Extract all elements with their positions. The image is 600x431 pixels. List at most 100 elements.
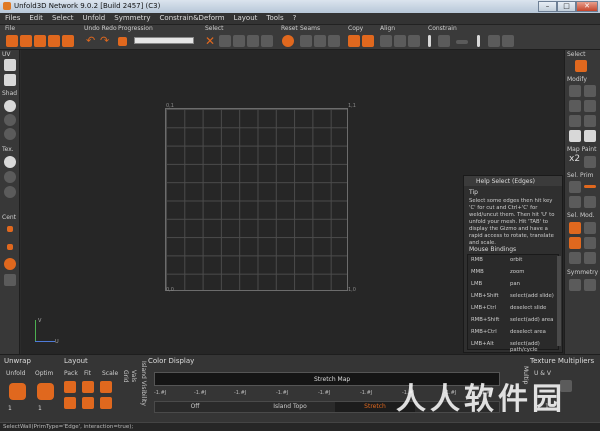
menu-edit[interactable]: Edit (24, 13, 47, 22)
loop-select-icon[interactable] (569, 222, 581, 234)
edge-mode-icon[interactable] (584, 185, 596, 188)
shading-wire-icon[interactable] (4, 128, 16, 140)
frame-icon[interactable] (4, 274, 16, 286)
pack-button[interactable] (64, 381, 76, 393)
status-bar: SelectWall(PrimType='Edge', interaction=… (0, 422, 600, 431)
paint-icon[interactable] (584, 156, 596, 168)
pack-islands-button[interactable] (64, 397, 76, 409)
weld-seam-icon[interactable] (314, 35, 326, 47)
help-panel-header[interactable]: Help Select (Edges) (464, 176, 562, 186)
modify-label: Modify (567, 76, 587, 83)
straighten-icon[interactable] (584, 115, 596, 127)
menu-bar: Files Edit Select Unfold Symmetry Constrain&D… (0, 13, 600, 25)
move-icon[interactable] (569, 85, 581, 97)
copy-icon[interactable] (348, 35, 360, 47)
constrain-lock-icon[interactable] (488, 35, 500, 47)
title-bar: Unfold3D Network 9.0.2 [Build 2457] (C3)… (0, 0, 600, 13)
rotate-icon[interactable] (584, 85, 596, 97)
optim-iterations[interactable]: 1 (38, 405, 42, 412)
scale-icon[interactable] (569, 100, 581, 112)
save-icon[interactable] (34, 35, 46, 47)
menu-layout[interactable]: Layout (229, 13, 262, 22)
scale-label: Scale (102, 370, 119, 377)
help-scrollbar[interactable] (557, 256, 561, 346)
vertex-mode-icon[interactable] (569, 181, 581, 193)
save-as-icon[interactable] (48, 35, 60, 47)
clear-selection-icon[interactable]: ✕ (205, 35, 217, 47)
mode-island-topo[interactable]: Island Topo (245, 402, 335, 412)
redo-icon[interactable]: ↷ (100, 35, 112, 47)
optim-button[interactable] (37, 383, 54, 400)
invert-selection-icon[interactable] (233, 35, 245, 47)
relax-icon[interactable] (569, 115, 581, 127)
v-axis-label: V (38, 318, 42, 324)
region-select-icon[interactable] (569, 237, 581, 249)
magnet-icon[interactable] (569, 130, 581, 142)
grid-corner-top-right: 1,1 (348, 103, 356, 109)
pin-icon[interactable] (428, 35, 431, 47)
path-select-icon[interactable] (584, 237, 596, 249)
uv-view-icon[interactable] (4, 59, 16, 71)
align-left-icon[interactable] (380, 35, 392, 47)
align-center-icon[interactable] (394, 35, 406, 47)
fit-button[interactable] (82, 381, 94, 393)
center-selection-icon[interactable] (7, 226, 13, 232)
texture-checker-icon[interactable] (4, 156, 16, 168)
texture-image-icon[interactable] (4, 186, 16, 198)
menu-select[interactable]: Select (47, 13, 78, 22)
minimize-button[interactable]: – (538, 1, 557, 12)
unfold-iterations[interactable]: 1 (8, 405, 12, 412)
flip-icon[interactable] (584, 100, 596, 112)
select-all-icon[interactable] (219, 35, 231, 47)
center-all-icon[interactable] (7, 244, 13, 250)
scale-islands-button[interactable] (100, 397, 112, 409)
mode-off[interactable]: Off (155, 402, 235, 412)
scale-button[interactable] (100, 381, 112, 393)
align-right-icon[interactable] (408, 35, 420, 47)
menu-tools[interactable]: Tools (261, 13, 287, 22)
new-file-icon[interactable] (6, 35, 18, 47)
stop-icon[interactable] (118, 37, 127, 46)
menu-files[interactable]: Files (0, 13, 24, 22)
x2-label[interactable]: x2 (569, 154, 580, 164)
grow-selection-icon[interactable] (247, 35, 259, 47)
brush-icon[interactable] (584, 130, 596, 142)
menu-symmetry[interactable]: Symmetry (109, 13, 154, 22)
shading-smooth-icon[interactable] (4, 100, 16, 112)
constrain-horizontal-icon[interactable] (456, 40, 468, 44)
shading-flat-icon[interactable] (4, 114, 16, 126)
face-mode-icon[interactable] (569, 196, 581, 208)
select-tool-icon[interactable] (575, 60, 587, 72)
table-row: LMB+Shift select(add slide) (471, 293, 554, 299)
undo-icon[interactable]: ↶ (86, 35, 98, 47)
center-view-icon[interactable] (4, 258, 16, 270)
island-mode-icon[interactable] (584, 196, 596, 208)
constrain-vertical-icon[interactable] (477, 35, 480, 47)
sel-mod-label: Sel. Mod. (567, 212, 595, 219)
paste-icon[interactable] (362, 35, 374, 47)
menu-unfold[interactable]: Unfold (78, 13, 110, 22)
open-file-icon[interactable] (20, 35, 32, 47)
maximize-button[interactable]: □ (557, 1, 576, 12)
3d-view-icon[interactable] (4, 74, 16, 86)
constrain-edges-icon[interactable] (502, 35, 514, 47)
menu-help[interactable]: ? (288, 13, 301, 22)
fit-islands-button[interactable] (82, 397, 94, 409)
symmetry-y-icon[interactable] (584, 279, 596, 291)
shrink-selection-icon[interactable] (261, 35, 273, 47)
group-progression-label: Progression (118, 25, 153, 32)
reset-icon[interactable] (282, 35, 294, 47)
cut-seam-icon[interactable] (300, 35, 312, 47)
export-icon[interactable] (62, 35, 74, 47)
unfold-button[interactable] (9, 383, 26, 400)
auto-seam-icon[interactable] (328, 35, 340, 47)
group-seams-label: Seams (300, 25, 321, 32)
ring-select-icon[interactable] (584, 222, 596, 234)
shrink-icon[interactable] (584, 252, 596, 264)
close-button[interactable]: ✕ (576, 1, 598, 12)
texture-grid-icon[interactable] (4, 171, 16, 183)
unpin-icon[interactable] (438, 35, 450, 47)
menu-constrain-deform[interactable]: Constrain&Deform (155, 13, 229, 22)
symmetry-x-icon[interactable] (569, 279, 581, 291)
grow-icon[interactable] (569, 252, 581, 264)
